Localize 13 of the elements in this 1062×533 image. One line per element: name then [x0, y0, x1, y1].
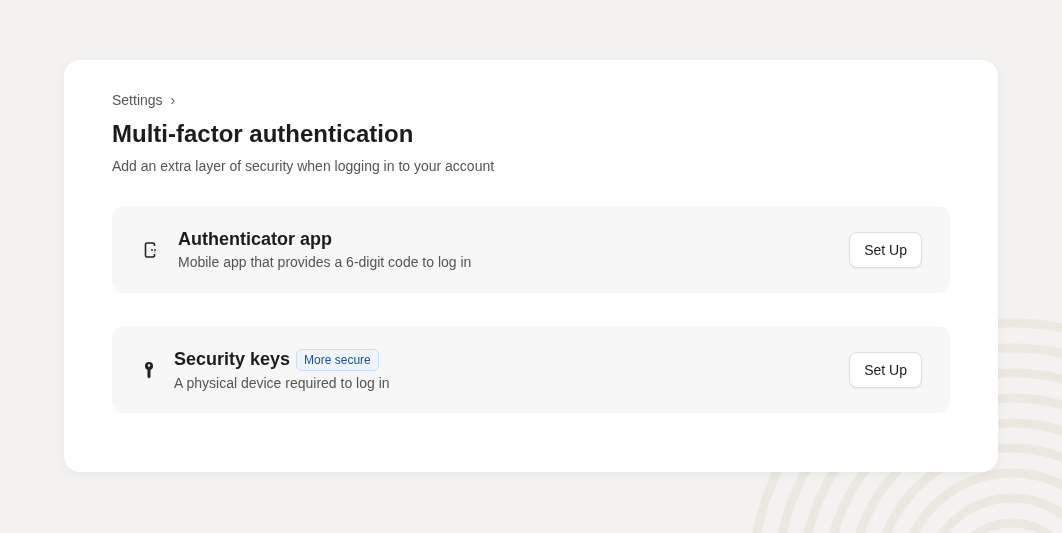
breadcrumb-link[interactable]: Settings — [112, 92, 163, 108]
page-subtitle: Add an extra layer of security when logging in to your account — [112, 158, 496, 174]
key-icon — [144, 360, 154, 379]
breadcrumb-separator: › — [170, 92, 176, 108]
phone-icon — [144, 241, 158, 258]
security-badge: More secure — [296, 348, 379, 371]
method-title: Security keys — [174, 349, 291, 370]
page-title: Multi-factor authentication — [112, 120, 415, 148]
method-description: Mobile app that provides a 6-digit code to log in — [178, 254, 472, 270]
method-description: A physical device required to log in — [174, 374, 390, 391]
method-title: Authenticator app — [178, 229, 332, 250]
set-up-button[interactable]: Set Up — [849, 231, 922, 268]
set-up-button[interactable]: Set Up — [849, 351, 922, 388]
